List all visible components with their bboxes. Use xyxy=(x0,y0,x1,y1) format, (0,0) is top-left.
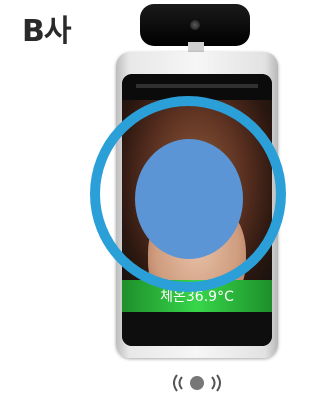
screen-bottom xyxy=(122,312,272,346)
status-line xyxy=(136,84,258,88)
nfc-icon xyxy=(171,372,223,394)
brand-label: B사 xyxy=(22,14,71,49)
face-blur-mask xyxy=(135,139,243,259)
camera-icon xyxy=(190,20,200,30)
camera-module xyxy=(140,4,250,56)
